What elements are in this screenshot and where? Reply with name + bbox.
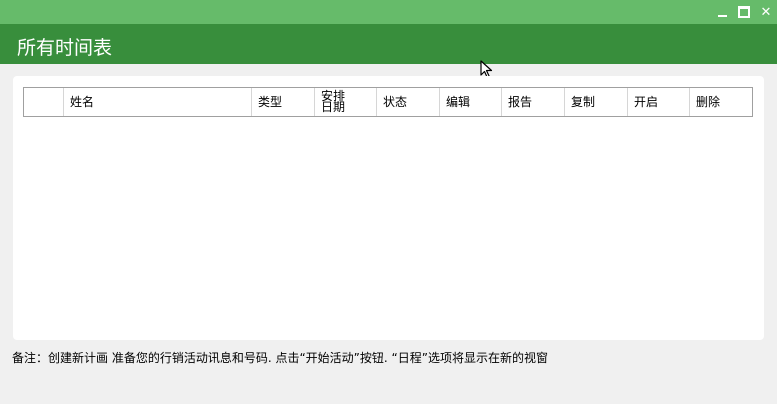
window-titlebar[interactable]: ✕ xyxy=(0,0,777,24)
close-icon: ✕ xyxy=(760,4,772,20)
minimize-button[interactable] xyxy=(711,0,733,24)
column-header-status[interactable]: 状态 xyxy=(377,88,440,116)
maximize-button[interactable] xyxy=(733,0,755,24)
column-header-schedule-date[interactable]: 安排日期 xyxy=(315,88,377,116)
column-header-enable[interactable]: 开启 xyxy=(628,88,690,116)
footer-note: 备注：创建新计画 准备您的行销活动讯息和号码. 点击“开始活动”按钮. “日程”… xyxy=(12,351,548,365)
schedule-table: 姓名 类型 安排日期 状态 编辑 报告 复制 开启 删除 xyxy=(23,87,753,117)
minimize-icon xyxy=(717,14,727,17)
maximize-icon xyxy=(738,6,750,18)
column-header-copy[interactable]: 复制 xyxy=(565,88,628,116)
column-header-select[interactable] xyxy=(24,88,64,116)
schedule-panel: 姓名 类型 安排日期 状态 编辑 报告 复制 开启 删除 xyxy=(13,76,764,340)
page-header: 所有时间表 xyxy=(0,24,777,64)
column-header-edit[interactable]: 编辑 xyxy=(440,88,502,116)
column-header-name[interactable]: 姓名 xyxy=(64,88,252,116)
column-header-delete[interactable]: 删除 xyxy=(690,88,752,116)
window-controls: ✕ xyxy=(711,0,777,24)
column-header-type[interactable]: 类型 xyxy=(252,88,315,116)
page-title: 所有时间表 xyxy=(17,37,113,59)
column-header-report[interactable]: 报告 xyxy=(502,88,565,116)
close-button[interactable]: ✕ xyxy=(755,0,777,24)
